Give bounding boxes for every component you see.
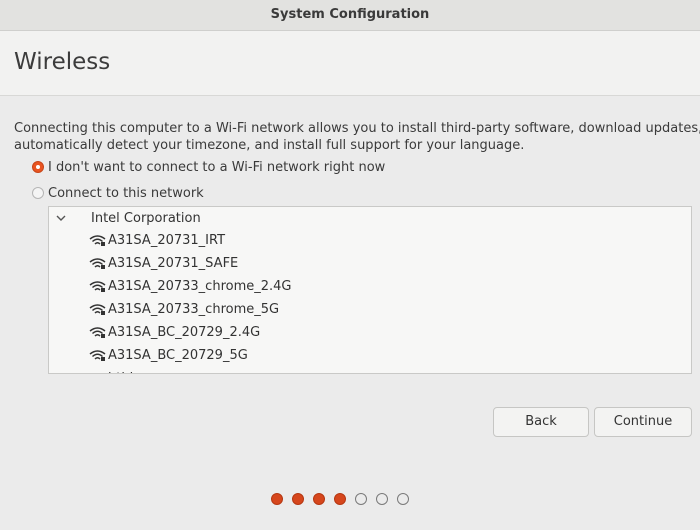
wifi-signal-icon (89, 258, 106, 269)
network-item[interactable]: A31SA_BC_20729_5G (89, 344, 248, 366)
network-ssid: A31SA_BC_20729_5G (108, 347, 248, 363)
progress-dot-pending (355, 493, 367, 505)
network-ssid: A31SA_20733_chrome_5G (108, 301, 280, 317)
network-item[interactable]: A31SA_20733_chrome_2.4G (89, 275, 292, 297)
radio-unselected-icon[interactable] (32, 187, 44, 199)
page-title: Wireless (14, 49, 111, 75)
progress-dot-completed (271, 493, 283, 505)
progress-dot-pending (397, 493, 409, 505)
network-item[interactable]: A31SA_BC_20729_2.4G (89, 321, 260, 343)
no-wifi-option-label: I don't want to connect to a Wi-Fi netwo… (48, 159, 386, 175)
network-ssid: A31SA_BC_20729_2.4G (108, 324, 261, 340)
network-ssid: A31SA_20731_SAFE (108, 255, 239, 271)
wifi-signal-icon (89, 372, 106, 374)
wifi-signal-icon (89, 235, 106, 246)
progress-indicator (271, 493, 418, 507)
progress-dot-pending (376, 493, 388, 505)
description-line-1: Connecting this computer to a Wi-Fi netw… (14, 121, 700, 136)
network-ssid: hthi (108, 371, 133, 374)
network-ssid: A31SA_20731_IRT (108, 232, 226, 248)
window-titlebar: System Configuration (0, 0, 700, 31)
chevron-down-icon[interactable] (55, 212, 67, 224)
continue-button[interactable]: Continue (594, 407, 692, 437)
wifi-signal-icon (89, 304, 106, 315)
wifi-signal-icon (89, 350, 106, 361)
network-group-label: Intel Corporation (91, 210, 201, 226)
wifi-signal-icon (89, 281, 106, 292)
network-item[interactable]: A31SA_20731_IRT (89, 229, 225, 251)
network-item[interactable]: hthi (89, 367, 133, 374)
connect-network-option-label: Connect to this network (48, 185, 204, 201)
window-title: System Configuration (270, 7, 430, 22)
network-item[interactable]: A31SA_20731_SAFE (89, 252, 238, 274)
progress-dot-completed (313, 493, 325, 505)
network-group-row[interactable]: Intel Corporation (49, 207, 691, 229)
connect-network-option[interactable]: Connect to this network (32, 183, 204, 203)
network-ssid: A31SA_20733_chrome_2.4G (108, 278, 292, 294)
description-line-2: automatically detect your timezone, and … (14, 138, 525, 153)
network-item[interactable]: A31SA_20733_chrome_5G (89, 298, 279, 320)
no-wifi-option[interactable]: I don't want to connect to a Wi-Fi netwo… (32, 157, 385, 177)
page-header: Wireless (0, 31, 700, 96)
progress-dot-completed (292, 493, 304, 505)
radio-selected-icon[interactable] (32, 161, 44, 173)
wireless-description: Connecting this computer to a Wi-Fi netw… (14, 120, 700, 154)
progress-dot-completed (334, 493, 346, 505)
wifi-signal-icon (89, 327, 106, 338)
network-list[interactable]: Intel Corporation A31SA_20731_IRT A31SA_… (48, 206, 692, 374)
back-button[interactable]: Back (493, 407, 589, 437)
